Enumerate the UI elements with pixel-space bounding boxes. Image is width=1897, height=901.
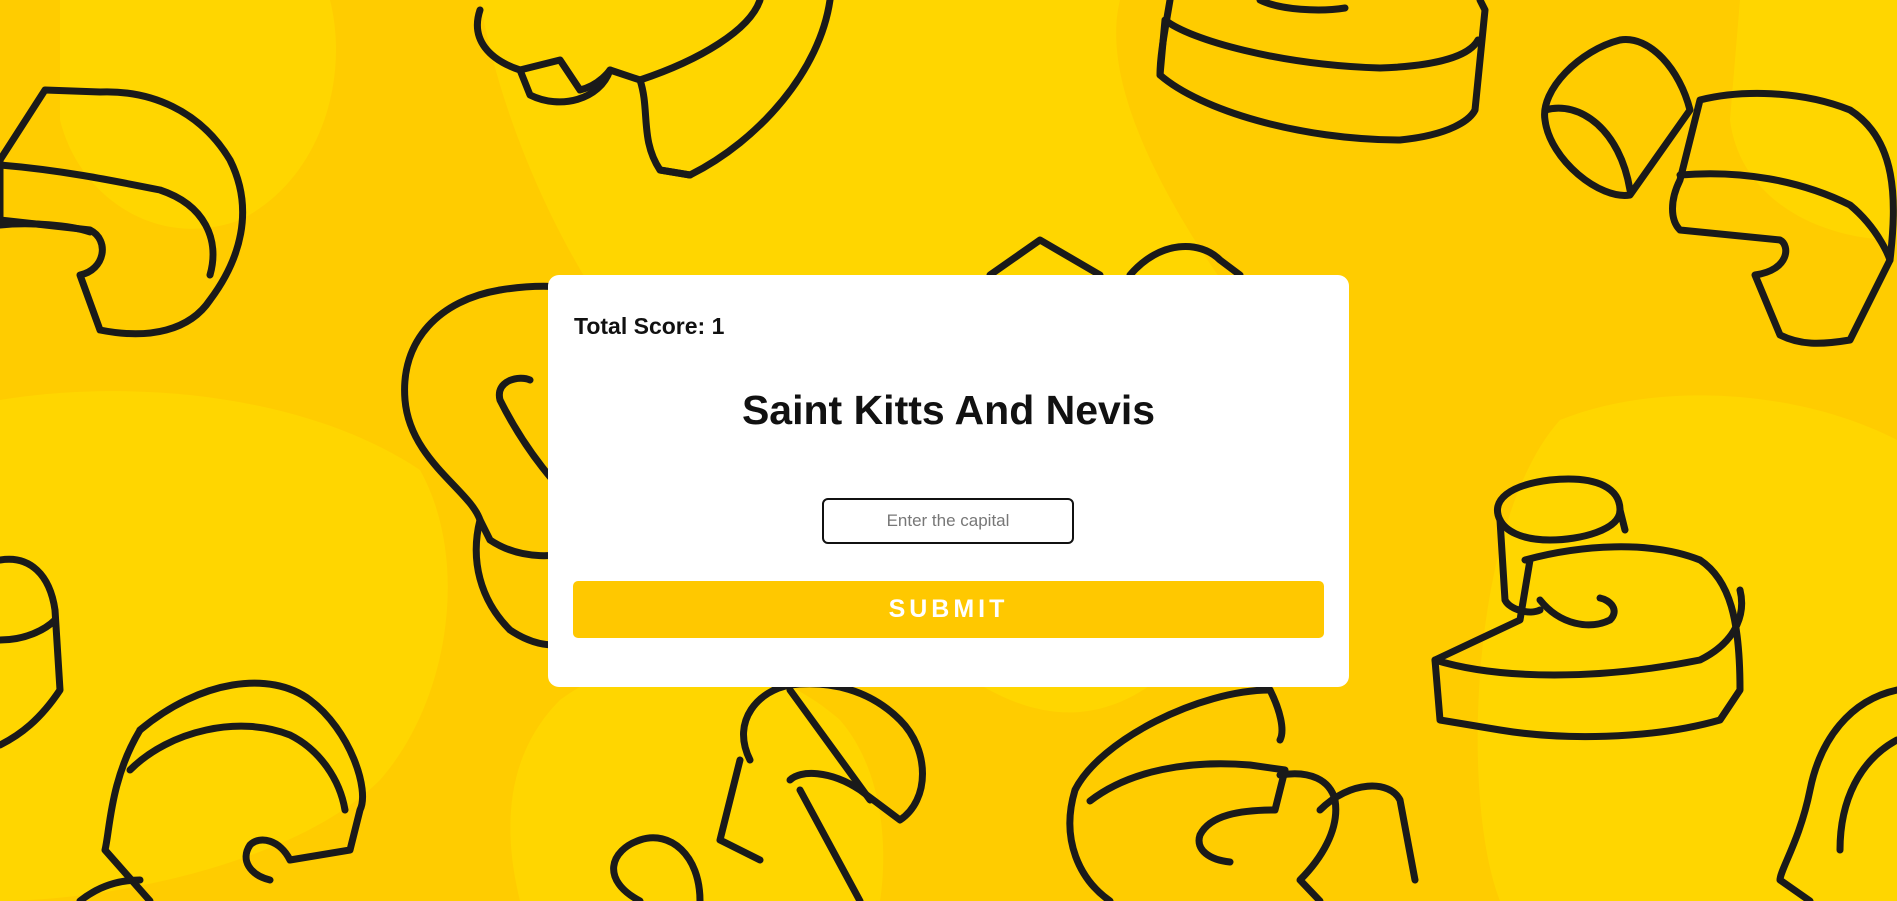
submit-button[interactable]: SUBMIT [573,581,1324,638]
country-name: Saint Kitts And Nevis [741,387,1156,433]
capital-input[interactable] [822,498,1074,544]
quiz-card: Total Score: 1 Saint Kitts And Nevis SUB… [548,275,1349,687]
total-score: Total Score: 1 [574,313,725,339]
